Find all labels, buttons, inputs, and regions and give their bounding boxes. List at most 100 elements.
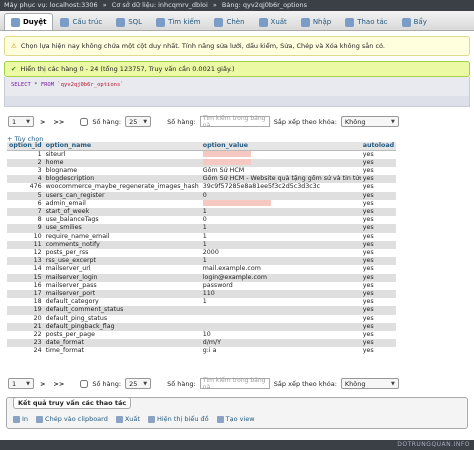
results-operations-list: In Chép vào clipboard Xuất Hiện thị biểu đồ… <box>13 415 255 423</box>
column-header[interactable]: option_id <box>7 142 44 151</box>
rows-select[interactable]: 25 ▼ <box>125 378 152 389</box>
cell-option-name: default_comment_status <box>43 306 201 315</box>
page-select-value: 1 <box>12 379 17 388</box>
cell-option-id: 17 <box>7 289 44 299</box>
show-all-checkbox[interactable] <box>80 379 89 388</box>
chevron-down-icon: ▼ <box>391 118 395 125</box>
tab-7[interactable]: Thao tác <box>338 13 394 30</box>
cell-autoload: yes <box>360 158 397 167</box>
table-row[interactable]: 8 use_balanceTags 0 yes <box>7 216 397 225</box>
table-row[interactable]: 7 start_of_week 1 yes <box>7 207 397 217</box>
success-message: ✔ Hiển thị các hàng 0 - 24 (tổng 123757,… <box>4 61 470 77</box>
cell-autoload: yes <box>360 339 397 348</box>
tab-4[interactable]: Chèn <box>207 13 251 30</box>
next-page-button[interactable]: > <box>38 118 47 126</box>
results-op-1[interactable]: Chép vào clipboard <box>36 415 108 423</box>
export-icon <box>258 17 268 27</box>
chart-icon <box>147 415 155 423</box>
tab-8[interactable]: Bẩy <box>395 13 434 30</box>
cell-autoload: yes <box>360 224 397 233</box>
sql-table: `qyv2qj0b6r_options` <box>57 82 124 88</box>
tab-label: SQL <box>128 18 143 26</box>
option-value-text: 1 <box>202 207 207 215</box>
table-row[interactable]: 23 date_format d/m/Y yes <box>7 339 397 348</box>
cell-option-id: 16 <box>7 281 44 290</box>
cell-autoload: yes <box>360 248 397 258</box>
table-row[interactable]: 21 default_pingback_flag yes <box>7 322 397 331</box>
tab-0[interactable]: Duyệt <box>4 13 54 30</box>
breadcrumb-database[interactable]: Cơ sở dữ liệu: inhcqmrv_dbloi <box>112 1 208 9</box>
sql-query: SELECT * FROM `qyv2qj0b6r_options` <box>11 82 124 88</box>
results-op-0[interactable]: In <box>13 415 28 423</box>
tab-2[interactable]: SQL <box>109 13 149 30</box>
column-header[interactable]: option_value <box>200 142 361 151</box>
breadcrumb-server[interactable]: Máy phục vụ: localhost:3306 <box>4 1 98 9</box>
table-row[interactable]: 9 use_smilies 1 yes <box>7 224 397 233</box>
breadcrumb-table[interactable]: Bảng: qyv2qj0b6r_options <box>222 1 307 9</box>
page-select[interactable]: 1 ▼ <box>8 116 34 127</box>
table-row[interactable]: 11 comments_notify 1 yes <box>7 240 397 249</box>
table-row[interactable]: 12 posts_per_rss 2000 yes <box>7 248 397 258</box>
results-op-label: Chép vào clipboard <box>45 415 108 423</box>
tab-5[interactable]: Xuất <box>252 13 294 30</box>
results-op-2[interactable]: Xuất <box>115 415 140 423</box>
cell-option-id: 20 <box>7 314 44 323</box>
cell-autoload: yes <box>360 322 397 331</box>
tab-6[interactable]: Nhập <box>294 13 338 30</box>
watermark: DOTRUNGQUAN.INFO <box>397 441 470 448</box>
option-value-text: 1 <box>202 298 207 306</box>
cell-option-name: blogname <box>43 166 201 176</box>
table-row[interactable]: 16 mailserver_pass password yes <box>7 281 397 290</box>
last-page-button[interactable]: >> <box>51 118 66 126</box>
next-page-button[interactable]: > <box>38 380 47 388</box>
sort-select[interactable]: Không ▼ <box>340 116 399 127</box>
table-row[interactable]: 22 posts_per_page 10 yes <box>7 330 397 340</box>
chevron-down-icon: ▼ <box>143 380 148 387</box>
table-row[interactable]: 476 woocommerce_maybe_regenerate_images_h… <box>7 183 397 192</box>
table-row[interactable]: 4 blogdescription Gốm Sứ HCM - Website quà… <box>7 175 397 184</box>
table-row[interactable]: 20 default_ping_status yes <box>7 314 397 323</box>
show-all-checkbox[interactable] <box>80 117 89 126</box>
cell-option-id: 6 <box>7 199 44 208</box>
cell-autoload: yes <box>360 273 397 282</box>
cell-option-value: 2000 <box>200 248 361 258</box>
table-row[interactable]: 6 admin_email yes <box>7 199 397 208</box>
cell-option-value: mail.example.com <box>200 265 361 274</box>
cell-option-id: 22 <box>7 330 44 340</box>
table-row[interactable]: 3 blogname Gốm Sứ HCM yes <box>7 166 397 176</box>
table-row[interactable]: 5 users_can_register 0 yes <box>7 191 397 200</box>
table-row[interactable]: 14 mailserver_url mail.example.com yes <box>7 265 397 274</box>
last-page-button[interactable]: >> <box>51 380 66 388</box>
page-select[interactable]: 1 ▼ <box>8 378 34 389</box>
rows-select[interactable]: 25 ▼ <box>125 116 152 127</box>
chevron-down-icon: ▼ <box>143 118 148 125</box>
column-header[interactable]: autoload <box>360 142 397 151</box>
cell-autoload: yes <box>360 257 397 266</box>
option-value-text: 0 <box>202 191 207 199</box>
table-row[interactable]: 2 home yes <box>7 158 397 167</box>
table-row[interactable]: 17 mailserver_port 110 yes <box>7 289 397 299</box>
sort-select[interactable]: Không ▼ <box>340 378 399 389</box>
table-row[interactable]: 19 default_comment_status yes <box>7 306 397 315</box>
tab-3[interactable]: Tìm kiếm <box>149 13 207 30</box>
cell-option-value: 1 <box>200 232 361 241</box>
table-row[interactable]: 15 mailserver_login login@example.com yes <box>7 273 397 282</box>
table-row[interactable]: 10 require_name_email 1 yes <box>7 232 397 241</box>
sql-keyword: SELECT <box>11 82 31 88</box>
column-header[interactable]: option_name <box>43 142 201 151</box>
results-op-3[interactable]: Hiện thị biểu đồ <box>147 415 209 423</box>
results-table: option_id option_name option_value autol… <box>7 142 397 356</box>
results-op-4[interactable]: Tạo view <box>216 415 255 423</box>
filter-rows-input[interactable]: Tìm kiếm trong bảng nà <box>199 115 270 129</box>
tab-1[interactable]: Cấu trúc <box>53 13 109 30</box>
cell-option-name: home <box>43 158 201 167</box>
table-row[interactable]: 18 default_category 1 yes <box>7 298 397 307</box>
filter-rows-input[interactable]: Tìm kiếm trong bảng nà <box>199 377 270 391</box>
cell-option-name: default_ping_status <box>43 314 201 323</box>
table-row[interactable]: 13 rss_use_excerpt 1 yes <box>7 257 397 266</box>
table-row[interactable]: 24 time_format g:i a yes <box>7 347 397 356</box>
clipboard-icon <box>36 415 44 423</box>
table-row[interactable]: 1 siteurl yes <box>7 150 397 159</box>
cell-option-value <box>200 158 361 167</box>
print-icon <box>13 415 20 423</box>
